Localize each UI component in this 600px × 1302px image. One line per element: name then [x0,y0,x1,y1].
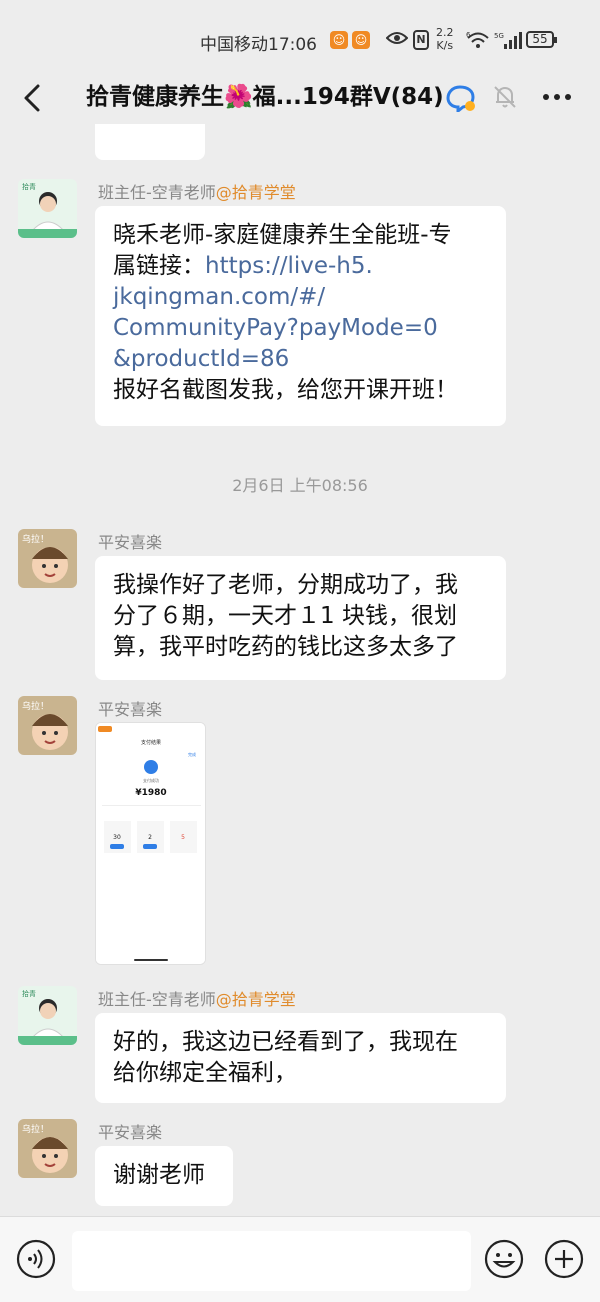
carrier-time: 中国移动17:06 [200,35,317,55]
nfc-icon: N [413,30,429,50]
more-dots-icon[interactable] [540,82,574,112]
signal-label: 5G [494,32,504,40]
sender-org: @拾青学堂 [215,990,296,1009]
back-arrow-icon[interactable] [18,80,48,116]
sender-org: @拾青学堂 [215,183,296,202]
payment-done: 完成 [188,751,196,757]
chat-header: 拾青健康养生🌺福...194群V(84) [0,72,600,124]
avatar[interactable]: 拾青 [18,179,77,238]
chat-title[interactable]: 拾青健康养生🌺福...194群V(84) [86,80,444,114]
timestamp: 2月6日 上午08:56 [232,476,368,495]
voice-icon[interactable] [16,1239,56,1279]
avatar[interactable]: 乌拉！ [18,529,77,588]
eye-icon [386,32,408,44]
sender-name: 班主任-空青老师@拾青学堂 [98,179,296,203]
message-bubble-partial [95,124,205,160]
wifi-icon: 6 [466,31,489,48]
message-text-line: 给你绑定全福利， [113,1060,297,1086]
speed-value: 2.2 [436,26,454,39]
mute-bell-icon [494,86,516,108]
payment-status: 支付成功 [143,777,159,783]
sender-name: 平安喜楽 [98,533,163,552]
status-bar: 中国移动17:06 ☺ ☺ N 2.2 K/s 6 5G 55 [0,0,600,72]
payment-amount: ¥1980 [135,788,166,798]
avatar-tag: 拾青 [22,182,36,191]
avatar[interactable]: 拾青 [18,986,77,1045]
payment-stat: 2 [148,834,152,841]
signal-icon: 5G [494,32,522,49]
message-text-line: 分了６期，一天才１1 块钱，很划 [113,603,457,629]
payment-stat: 30 [113,834,121,841]
emoji-icon[interactable] [484,1239,524,1279]
message-text-line: 谢谢老师 [113,1162,205,1188]
message-bubble[interactable]: 谢谢老师 [95,1146,233,1206]
message-link[interactable]: https://live-h5. [205,253,373,279]
message-text-line: 我操作好了老师，分期成功了，我 [113,572,458,598]
avatar[interactable]: 乌拉！ [18,696,77,755]
group-badge-icon [446,85,475,112]
payment-title: 支付结果 [141,739,161,746]
avatar[interactable]: 乌拉！ [18,1119,77,1178]
battery-icon: 55 [526,31,557,48]
message-text-line: 算，我平时吃药的钱比这多太多了 [113,634,458,660]
message-text-line: 属链接： [113,253,205,279]
payment-stat: 5 [181,834,185,841]
avatar-tag: 乌拉！ [22,700,49,712]
app-badge-icon: ☺ [352,31,370,49]
image-message[interactable]: 支付结果 完成 支付成功 ¥1980 30 2 5 [95,722,206,965]
message-text-line: 晓禾老师-家庭健康养生全能班-专 [113,222,452,248]
message-text-line: 好的，我这边已经看到了，我现在 [113,1029,458,1055]
speed-unit: K/s [436,39,454,52]
sender-name-text: 班主任-空青老师 [98,990,216,1009]
sender-name-text: 班主任-空青老师 [98,183,216,202]
sender-name: 平安喜楽 [98,700,163,719]
message-bubble[interactable]: 我操作好了老师，分期成功了，我 分了６期，一天才１1 块钱，很划 算，我平时吃药… [95,556,506,680]
chat-message-list[interactable]: 拾青 班主任-空青老师@拾青学堂 晓禾老师-家庭健康养生全能班-专 属链接：ht… [0,124,600,1216]
message-bubble[interactable]: 好的，我这边已经看到了，我现在 给你绑定全福利， [95,1013,506,1103]
message-link[interactable]: CommunityPay?payMode=0 [113,313,488,344]
input-bar [0,1216,600,1302]
network-speed: 2.2 K/s [436,26,454,52]
avatar-tag: 乌拉！ [22,533,49,545]
avatar-tag: 拾青 [22,989,36,998]
wifi-sup: 6 [466,31,471,39]
avatar-tag: 乌拉！ [22,1123,49,1135]
message-link[interactable]: &productId=86 [113,344,488,375]
app-badge-icon: ☺ [330,31,348,49]
sender-name: 平安喜楽 [98,1123,163,1142]
message-input[interactable] [72,1231,471,1291]
message-link[interactable]: jkqingman.com/#/ [113,282,488,313]
plus-icon[interactable] [544,1239,584,1279]
sender-name: 班主任-空青老师@拾青学堂 [98,986,296,1010]
message-bubble[interactable]: 晓禾老师-家庭健康养生全能班-专 属链接：https://live-h5. jk… [95,206,506,426]
message-text-line: 报好名截图发我，给您开课开班！ [113,377,458,403]
